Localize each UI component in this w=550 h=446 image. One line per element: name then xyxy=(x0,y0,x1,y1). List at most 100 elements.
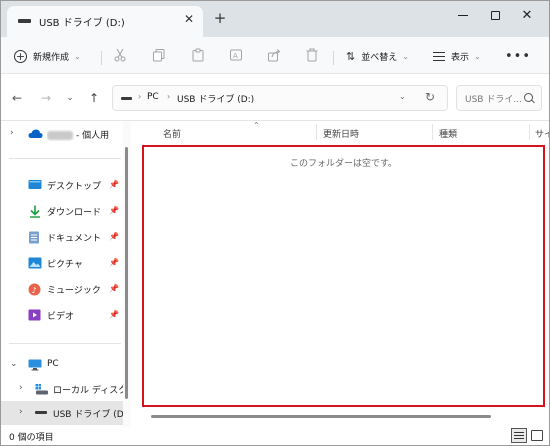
sidebar-item-desktop[interactable]: デスクトップ 📌 xyxy=(1,173,123,197)
sort-icon: ⇅ xyxy=(346,49,356,63)
status-bar: 0 個の項目 xyxy=(1,427,549,445)
delete-icon[interactable] xyxy=(304,47,320,63)
column-header-modified[interactable]: 更新日時 xyxy=(323,127,359,140)
window-close-button[interactable]: ✕ xyxy=(511,1,543,29)
collapse-chevron-icon[interactable]: ⌄ xyxy=(10,359,18,369)
expand-chevron-icon[interactable]: › xyxy=(19,383,23,393)
sidebar-item-documents[interactable]: ドキュメント 📌 xyxy=(1,225,123,249)
tab-usb-drive[interactable]: USB ドライブ (D:) ✕ xyxy=(7,6,203,37)
large-icons-view-button[interactable] xyxy=(531,430,543,441)
new-tab-button[interactable]: + xyxy=(212,10,228,26)
search-icon xyxy=(524,93,533,102)
breadcrumb-separator: › xyxy=(167,92,171,101)
sidebar-item-local-disk[interactable]: › ローカル ディスク (C xyxy=(1,377,123,401)
column-divider[interactable] xyxy=(529,124,530,140)
maximize-icon xyxy=(490,10,500,20)
column-header-type[interactable]: 種類 xyxy=(439,127,457,140)
documents-icon xyxy=(28,231,42,244)
sidebar-item-label: ミュージック xyxy=(47,286,101,296)
view-label: 表示 xyxy=(451,52,470,63)
navigation-bar: ← → ⌄ ↑ › PC › USB ドライブ (D:) ⌄ ↻ USB ドライ… xyxy=(1,75,549,121)
sidebar-item-videos[interactable]: ビデオ 📌 xyxy=(1,303,123,327)
recent-locations-chevron-icon[interactable]: ⌄ xyxy=(62,90,78,106)
sidebar-item-usb-drive[interactable]: › USB ドライブ (D:) xyxy=(1,401,123,425)
minimize-icon xyxy=(458,14,468,16)
address-bar[interactable]: › PC › USB ドライブ (D:) ⌄ ↻ xyxy=(112,85,448,111)
breadcrumb-usb-drive[interactable]: USB ドライブ (D:) xyxy=(177,92,254,105)
minimize-button[interactable] xyxy=(447,1,479,29)
toolbar-divider xyxy=(333,51,334,65)
sidebar-item-label: ピクチャ xyxy=(47,260,83,270)
sidebar-item-downloads[interactable]: ダウンロード 📌 xyxy=(1,199,123,223)
sort-button[interactable]: ⇅ 並べ替え ⌄ xyxy=(346,45,409,67)
details-line xyxy=(514,435,524,436)
pc-monitor-icon xyxy=(28,359,42,371)
navigation-scrollbar[interactable] xyxy=(123,121,131,427)
pin-icon[interactable]: 📌 xyxy=(109,232,119,241)
sidebar-item-label: USB ドライブ (D:) xyxy=(53,410,123,420)
scrollbar-thumb[interactable] xyxy=(125,147,128,399)
videos-icon xyxy=(28,309,42,321)
sidebar-item-music[interactable]: ♪ ミュージック 📌 xyxy=(1,277,123,301)
svg-text:♪: ♪ xyxy=(32,286,37,295)
file-list: ⌃ 名前 更新日時 種類 サイ このフォルダーは空です。 xyxy=(133,121,549,427)
column-header-name[interactable]: 名前 xyxy=(163,127,181,140)
usb-drive-icon xyxy=(35,411,47,414)
sidebar-item-pc[interactable]: ⌄ PC xyxy=(1,353,123,377)
maximize-button[interactable] xyxy=(479,1,511,29)
empty-folder-message: このフォルダーは空です。 xyxy=(289,159,398,169)
pictures-icon xyxy=(28,257,42,269)
copy-icon[interactable] xyxy=(151,47,167,63)
breadcrumb-pc[interactable]: PC xyxy=(147,92,159,102)
search-box[interactable]: USB ドライ... xyxy=(456,85,542,111)
tab-title: USB ドライブ (D:) xyxy=(39,18,125,29)
sidebar-item-label: デスクトップ xyxy=(47,182,102,192)
view-button[interactable]: 表示 ⌄ xyxy=(433,45,481,67)
breadcrumb-separator: › xyxy=(138,92,142,101)
expand-chevron-icon[interactable]: › xyxy=(19,407,23,417)
chevron-down-icon: ⌄ xyxy=(474,51,481,61)
music-icon: ♪ xyxy=(28,283,42,296)
forward-arrow-icon[interactable]: → xyxy=(38,90,54,106)
pane-divider xyxy=(9,158,121,159)
toolbar-divider xyxy=(101,51,102,65)
pin-icon[interactable]: 📌 xyxy=(109,258,119,267)
details-view-button[interactable] xyxy=(511,428,527,443)
column-divider[interactable] xyxy=(316,124,317,140)
close-tab-icon[interactable]: ✕ xyxy=(181,11,197,27)
more-options-button[interactable]: ••• xyxy=(505,45,531,67)
sidebar-item-label: ローカル ディスク (C xyxy=(53,386,123,396)
paste-icon[interactable] xyxy=(190,47,206,63)
pin-icon[interactable]: 📌 xyxy=(109,310,119,319)
share-icon[interactable] xyxy=(266,47,282,63)
pin-icon[interactable]: 📌 xyxy=(109,284,119,293)
empty-folder-highlight[interactable]: このフォルダーは空です。 xyxy=(142,145,545,407)
rename-icon[interactable]: A xyxy=(228,47,244,63)
onedrive-suffix: - 個人用 xyxy=(76,131,110,141)
redacted-account-name xyxy=(47,131,73,140)
view-list-icon xyxy=(433,51,445,61)
pin-icon[interactable]: 📌 xyxy=(109,206,119,215)
back-arrow-icon[interactable]: ← xyxy=(9,90,25,106)
local-disk-icon xyxy=(35,383,49,395)
column-divider[interactable] xyxy=(432,124,433,140)
expand-chevron-icon[interactable]: › xyxy=(10,128,14,138)
column-header-size[interactable]: サイ xyxy=(535,127,549,140)
up-arrow-icon[interactable]: ↑ xyxy=(86,90,102,106)
details-line xyxy=(514,438,524,439)
file-explorer-window: USB ドライブ (D:) ✕ + ✕ + 新規作成 ⌄ A ⇅ 並べ替え ⌄ … xyxy=(0,0,550,446)
pane-divider xyxy=(9,343,121,344)
item-count: 0 個の項目 xyxy=(9,433,54,443)
refresh-icon[interactable]: ↻ xyxy=(425,90,435,104)
search-input[interactable]: USB ドライ... xyxy=(465,92,522,105)
sidebar-item-pictures[interactable]: ピクチャ 📌 xyxy=(1,251,123,275)
sort-caret-icon: ⌃ xyxy=(253,121,260,130)
sidebar-item-onedrive[interactable]: › - 個人用 xyxy=(1,122,123,146)
pin-icon[interactable]: 📌 xyxy=(109,180,119,189)
horizontal-scrollbar[interactable] xyxy=(151,415,491,418)
sidebar-item-label: ビデオ xyxy=(47,312,75,322)
new-item-button[interactable]: + 新規作成 ⌄ xyxy=(14,45,81,67)
sidebar-item-label: ダウンロード xyxy=(47,208,102,218)
address-dropdown-icon[interactable]: ⌄ xyxy=(399,92,406,101)
cut-icon[interactable] xyxy=(112,47,128,63)
